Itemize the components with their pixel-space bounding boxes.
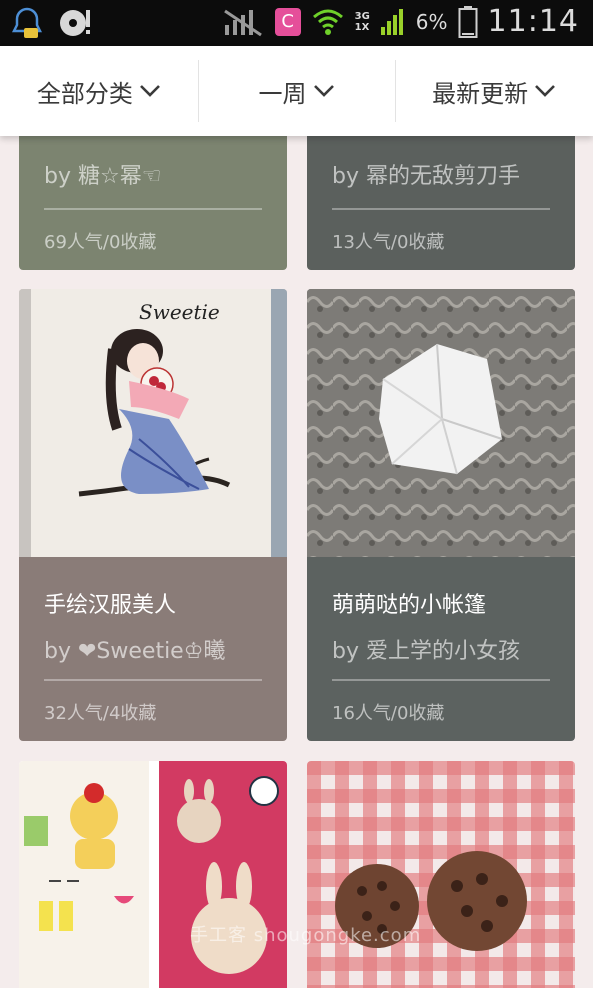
card-image [307, 289, 575, 557]
work-card[interactable] [307, 761, 575, 988]
card-image: Sweetie [19, 289, 287, 557]
chevron-down-icon [535, 85, 556, 97]
battery-percent: 6% [415, 9, 448, 34]
origami-tent-image [307, 289, 575, 557]
qq-icon [11, 7, 43, 38]
card-stats: 69人气/0收藏 [44, 232, 157, 253]
sort-filter-dropdown[interactable]: 最新更新 [395, 46, 593, 136]
period-filter-dropdown[interactable]: 一周 [197, 46, 396, 136]
hanfu-drawing-image: Sweetie [19, 289, 287, 557]
watermark: 手工客 shougongke.com [190, 925, 422, 946]
disc-alert-icon [60, 10, 90, 36]
network-type: 3G 1X [354, 10, 370, 33]
category-filter-label: 全部分类 [36, 79, 133, 108]
signal-off-icon [223, 9, 262, 36]
category-filter-dropdown[interactable]: 全部分类 [0, 46, 198, 136]
card-stats: 16人气/0收藏 [332, 703, 445, 724]
card-author: by ❤Sweetie♔曦 [44, 639, 226, 664]
filter-bar: 全部分类 一周 最新更新 [0, 46, 593, 136]
card-image [307, 761, 575, 988]
battery-icon [458, 5, 478, 38]
svg-text:Sweetie: Sweetie [139, 300, 220, 324]
work-card[interactable] [19, 761, 287, 988]
period-filter-label: 一周 [258, 79, 307, 108]
card-stats: 32人气/4收藏 [44, 703, 157, 724]
works-grid: by 糖☆幂☜ 69人气/0收藏 by 幂的无敌剪刀手 13人气/0收藏 Swe… [0, 136, 593, 988]
clay-cookies-image [307, 761, 575, 988]
card-author: by 幂的无敌剪刀手 [332, 164, 520, 189]
clay-figures-image [19, 761, 287, 988]
clock: 11:14 [487, 4, 579, 39]
card-author: by 糖☆幂☜ [44, 164, 162, 189]
work-card[interactable]: by 糖☆幂☜ 69人气/0收藏 [19, 136, 287, 270]
status-bar: C 3G 1X 6% 11:14 [0, 0, 593, 46]
work-card[interactable]: 萌萌哒的小帐篷 by 爱上学的小女孩 16人气/0收藏 [307, 289, 575, 741]
card-stats: 13人气/0收藏 [332, 232, 445, 253]
card-image [19, 761, 287, 988]
cell-signal-icon [380, 8, 403, 35]
wifi-icon [312, 9, 343, 35]
work-card[interactable]: by 幂的无敌剪刀手 13人气/0收藏 [307, 136, 575, 270]
chevron-down-icon [139, 85, 160, 97]
card-author: by 爱上学的小女孩 [332, 639, 520, 664]
card-title: 手绘汉服美人 [44, 593, 177, 618]
app-badge-icon: C [274, 7, 301, 36]
chevron-down-icon [313, 85, 334, 97]
work-card[interactable]: Sweetie 手绘汉服美人 by ❤Sweetie♔曦 32人气/4收藏 [19, 289, 287, 741]
card-title: 萌萌哒的小帐篷 [332, 593, 487, 618]
sort-filter-label: 最新更新 [432, 79, 529, 108]
